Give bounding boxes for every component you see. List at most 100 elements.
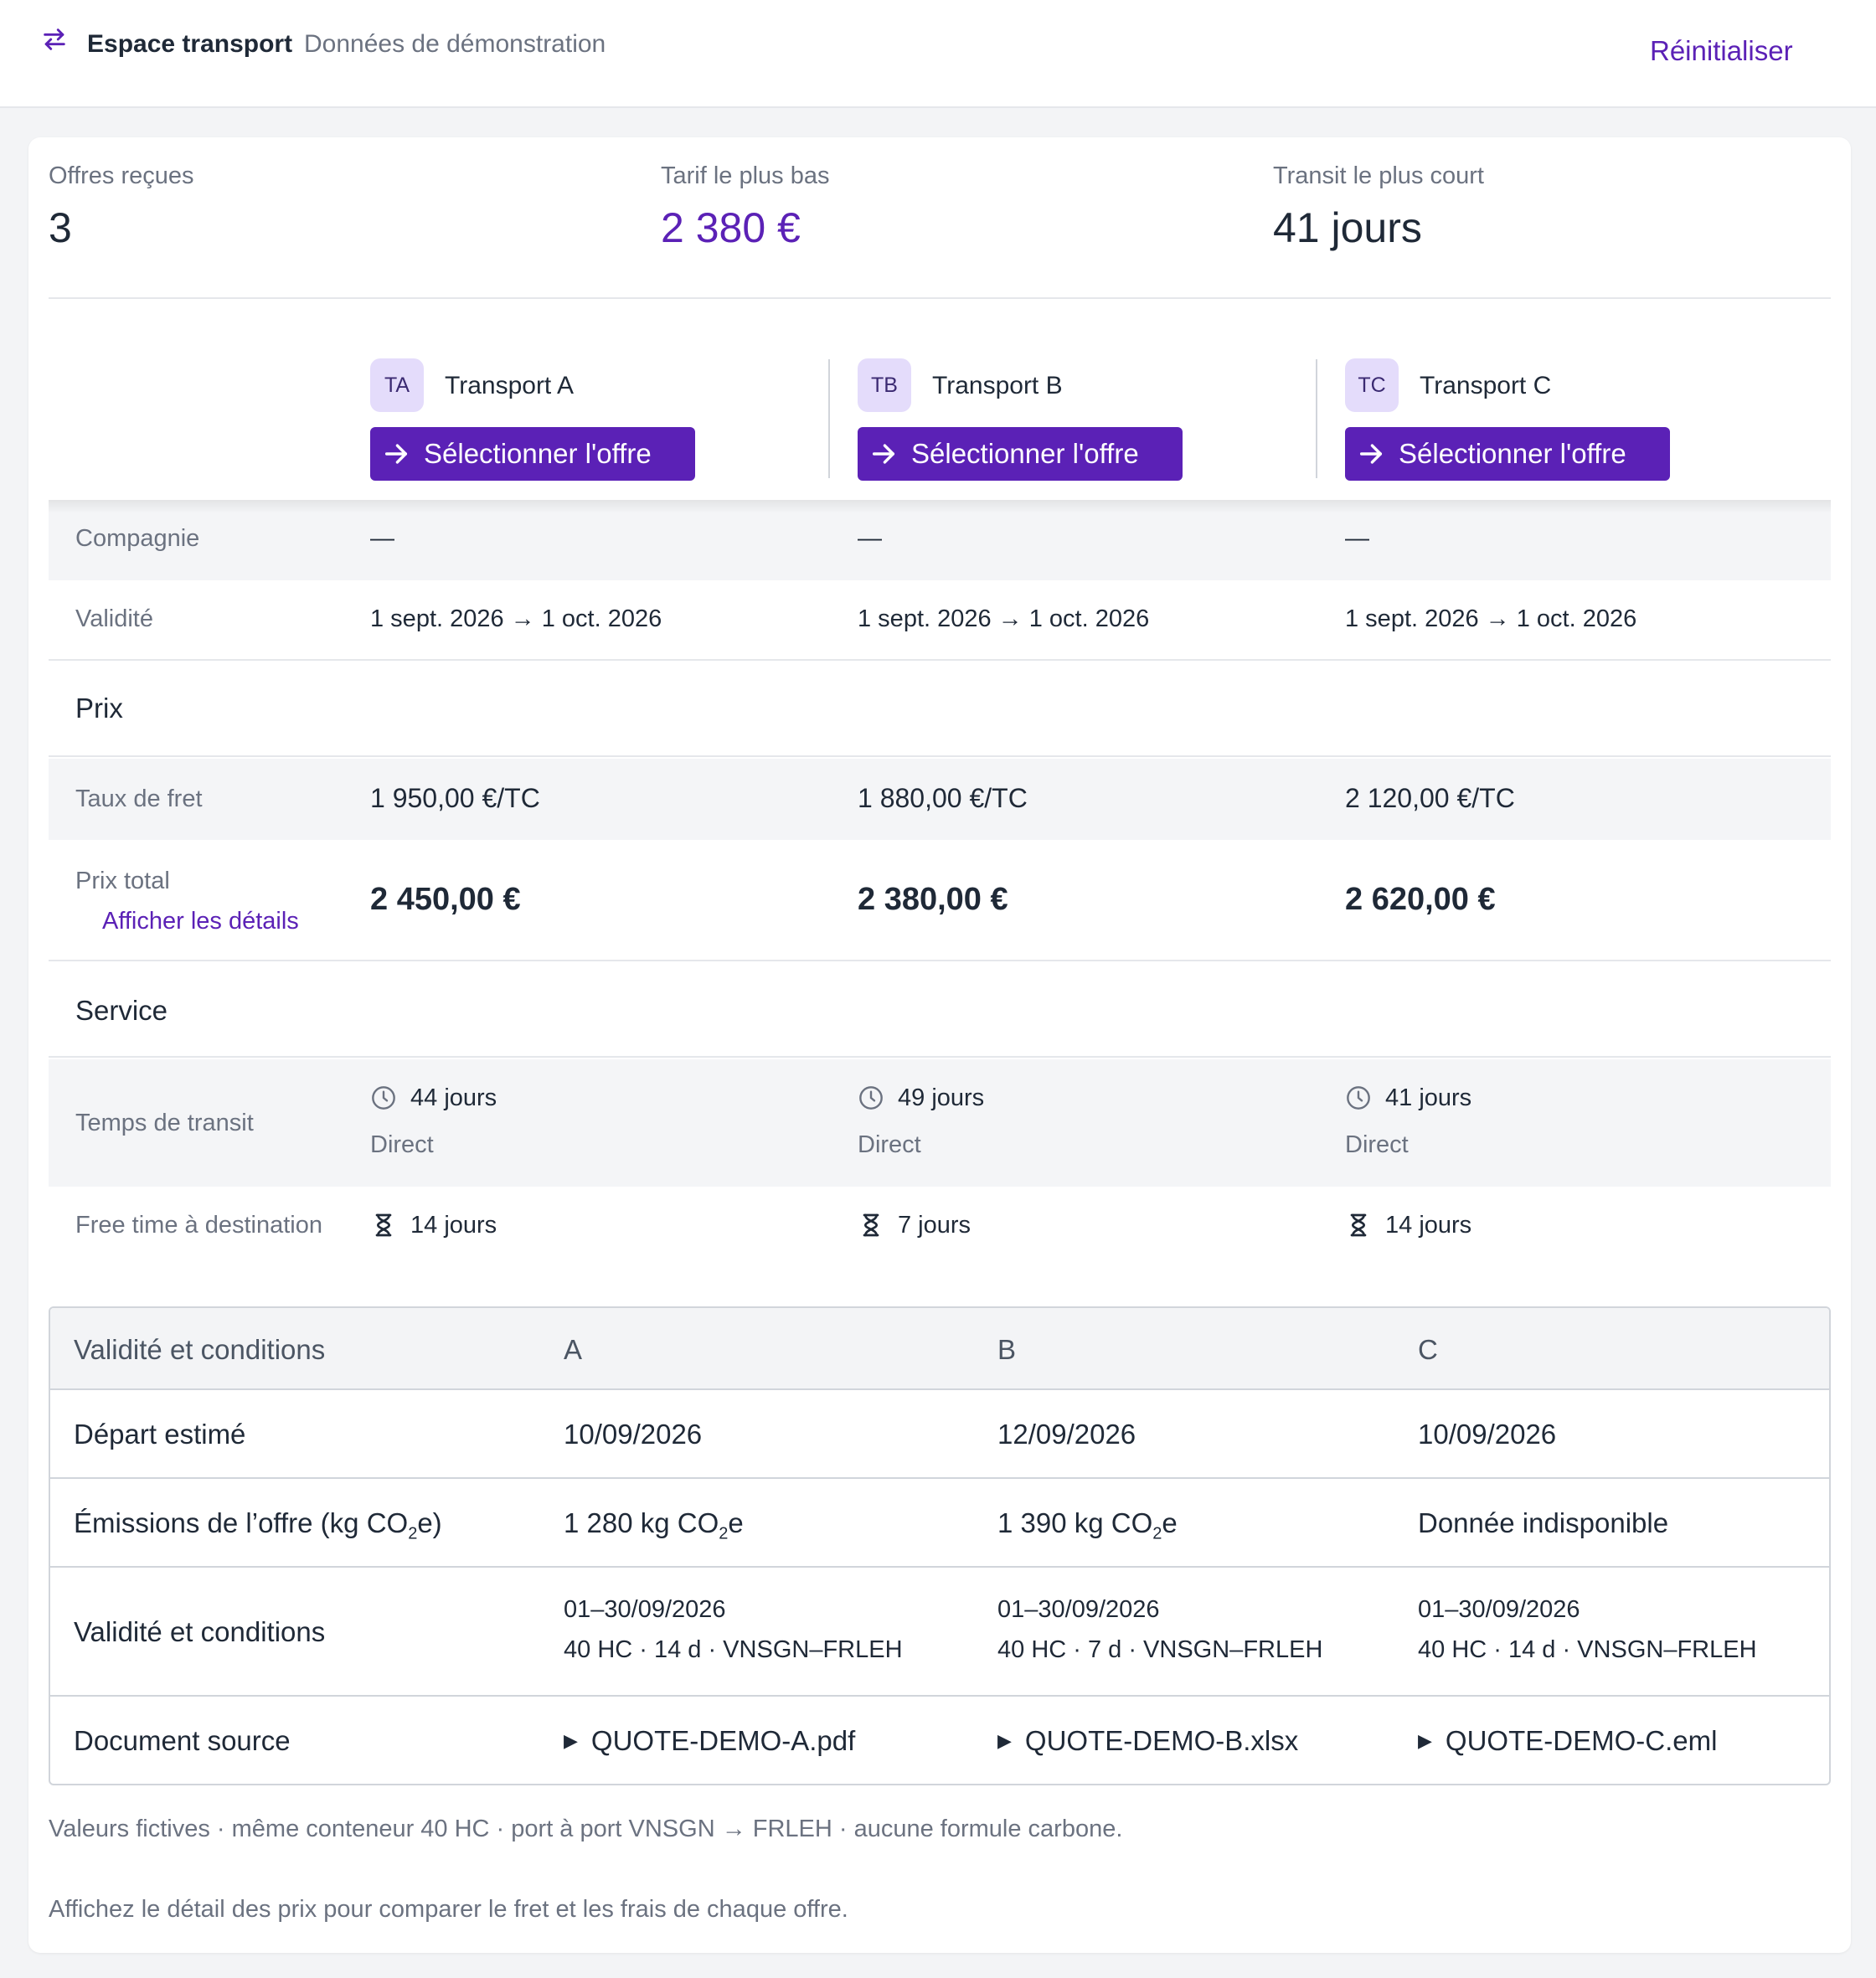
carrier-name: Transport B xyxy=(932,372,1063,399)
cell-routing-a: Direct xyxy=(370,1131,434,1158)
stat-value: 2 380 € xyxy=(661,204,801,251)
table-header: Validité et conditions A B C xyxy=(50,1308,1829,1388)
table-cell: 10/09/2026 xyxy=(564,1419,703,1450)
select-offer-button-a[interactable]: Sélectionner l'offre xyxy=(370,427,695,481)
table-cell: 1 280 kg CO2e xyxy=(564,1507,744,1544)
cell-prix-total-a: 2 450,00 € xyxy=(370,882,521,917)
play-triangle-icon: ▶ xyxy=(564,1730,578,1751)
select-offer-button-b[interactable]: Sélectionner l'offre xyxy=(858,427,1183,481)
carrier-badge: TC xyxy=(1345,358,1399,412)
footnote: Valeurs fictives · même conteneur 40 HC … xyxy=(49,1816,1123,1842)
row-label: Prix total xyxy=(75,868,170,894)
stat-value: 41 jours xyxy=(1273,204,1422,251)
clock-icon xyxy=(859,1086,883,1110)
select-offer-label: Sélectionner l'offre xyxy=(911,438,1139,469)
value-text: Donnée indisponible xyxy=(1418,1507,1669,1538)
clock-icon xyxy=(1347,1086,1370,1110)
source-document-a[interactable]: ▶ QUOTE-DEMO-A.pdf xyxy=(564,1725,855,1757)
clock-icon xyxy=(372,1086,395,1110)
source-document-c[interactable]: ▶ QUOTE-DEMO-C.eml xyxy=(1418,1725,1717,1757)
hourglass-icon xyxy=(863,1213,879,1237)
select-offer-label: Sélectionner l'offre xyxy=(424,438,652,469)
table-header-cell: C xyxy=(1418,1334,1438,1365)
label-text: e) xyxy=(417,1507,442,1538)
value-text: e xyxy=(1162,1507,1178,1538)
table-row: Départ estimé 10/09/2026 12/09/2026 10/0… xyxy=(50,1388,1829,1477)
column-separator xyxy=(828,359,830,478)
row-free-time: Free time à destination 14 jours 7 jours… xyxy=(49,1187,1831,1267)
table-cell: 10/09/2026 xyxy=(1418,1419,1557,1450)
hourglass-icon xyxy=(1350,1213,1367,1237)
cell-compagnie-b: — xyxy=(858,525,882,552)
table-cell-line2: 40 HC · 14 d · VNSGN–FRLEH xyxy=(564,1636,903,1663)
conditions-table: Validité et conditions A B C Départ esti… xyxy=(49,1306,1831,1785)
table-cell-line1: 01–30/09/2026 xyxy=(1418,1596,1580,1623)
cell-compagnie-c: — xyxy=(1345,525,1369,552)
arrow-right-icon xyxy=(872,444,895,464)
table-row-label: Document source xyxy=(74,1725,291,1756)
document-name: QUOTE-DEMO-C.eml xyxy=(1445,1725,1718,1756)
stat-offers: Offres reçues 3 xyxy=(49,162,194,252)
value-text: 1 280 kg CO xyxy=(564,1507,719,1538)
table-header-cell: Validité et conditions xyxy=(74,1334,326,1365)
cell-routing-c: Direct xyxy=(1345,1131,1409,1158)
cell-prix-total-c: 2 620,00 € xyxy=(1345,882,1496,917)
hourglass-icon xyxy=(375,1213,392,1237)
row-label: Taux de fret xyxy=(75,786,203,812)
cell-validite-b: 1 sept. 2026 → 1 oct. 2026 xyxy=(858,605,1150,632)
column-separator xyxy=(1316,359,1317,478)
cell-routing-b: Direct xyxy=(858,1131,921,1158)
table-cell: 12/09/2026 xyxy=(997,1419,1136,1450)
header-shadow xyxy=(49,500,1831,513)
cell-validite-c: 1 sept. 2026 → 1 oct. 2026 xyxy=(1345,605,1637,632)
table-row: Validité et conditions 01–30/09/2026 40 … xyxy=(50,1566,1829,1695)
play-triangle-icon: ▶ xyxy=(997,1730,1012,1751)
app-title: Espace transport xyxy=(87,30,293,58)
swap-arrows-icon xyxy=(44,28,65,50)
cell-transit-c: 41 jours xyxy=(1385,1084,1472,1111)
subscript: 2 xyxy=(1152,1524,1162,1543)
cell-taux-fret-b: 1 880,00 €/TC xyxy=(858,783,1028,813)
source-document-b[interactable]: ▶ QUOTE-DEMO-B.xlsx xyxy=(997,1725,1298,1757)
show-details-link[interactable]: Afficher les détails xyxy=(102,908,299,935)
row-label: Validité xyxy=(75,605,153,632)
row-label: Compagnie xyxy=(75,525,200,552)
subscript: 2 xyxy=(408,1524,418,1543)
app-subtitle: Données de démonstration xyxy=(304,30,606,58)
table-cell-line1: 01–30/09/2026 xyxy=(564,1596,726,1623)
row-label: Temps de transit xyxy=(75,1110,254,1136)
section-prix: Prix xyxy=(49,662,1831,757)
table-row-label: Validité et conditions xyxy=(74,1616,326,1647)
section-title: Service xyxy=(75,995,168,1026)
row-label: Free time à destination xyxy=(75,1212,322,1239)
stat-label: Offres reçues xyxy=(49,162,194,189)
cell-free-time-b: 7 jours xyxy=(898,1212,972,1239)
select-offer-button-c[interactable]: Sélectionner l'offre xyxy=(1345,427,1670,481)
cell-transit-a: 44 jours xyxy=(410,1084,497,1111)
table-cell: Donnée indisponible xyxy=(1418,1507,1668,1539)
value-text: e xyxy=(728,1507,744,1538)
carrier-name: Transport A xyxy=(445,372,574,399)
subscript: 2 xyxy=(719,1524,729,1543)
document-name: QUOTE-DEMO-B.xlsx xyxy=(1024,1725,1299,1756)
cell-compagnie-a: — xyxy=(370,525,394,552)
play-triangle-icon: ▶ xyxy=(1418,1730,1432,1751)
row-prix-total: Prix total Afficher les détails 2 450,00… xyxy=(49,840,1831,961)
cell-prix-total-b: 2 380,00 € xyxy=(858,882,1008,917)
cell-free-time-a: 14 jours xyxy=(410,1212,497,1239)
carrier-badge: TA xyxy=(370,358,424,412)
row-validite: Validité 1 sept. 2026 → 1 oct. 2026 1 se… xyxy=(49,580,1831,661)
cell-validite-a: 1 sept. 2026 → 1 oct. 2026 xyxy=(370,605,662,632)
section-title: Prix xyxy=(75,693,123,724)
cell-free-time-c: 14 jours xyxy=(1385,1212,1472,1239)
table-cell-line2: 40 HC · 7 d · VNSGN–FRLEH xyxy=(997,1636,1323,1663)
cell-transit-b: 49 jours xyxy=(898,1084,985,1111)
label-text: Émissions de l’offre (kg CO xyxy=(74,1507,409,1538)
carrier-name: Transport C xyxy=(1420,372,1552,399)
table-row: Émissions de l’offre (kg CO2e) 1 280 kg … xyxy=(50,1477,1829,1566)
divider xyxy=(49,297,1831,299)
reset-button[interactable]: Réinitialiser xyxy=(1650,35,1793,67)
table-row: Document source ▶ QUOTE-DEMO-A.pdf ▶ QUOTE… xyxy=(50,1695,1829,1784)
carrier-badge: TB xyxy=(858,358,911,412)
cell-taux-fret-c: 2 120,00 €/TC xyxy=(1345,783,1515,813)
